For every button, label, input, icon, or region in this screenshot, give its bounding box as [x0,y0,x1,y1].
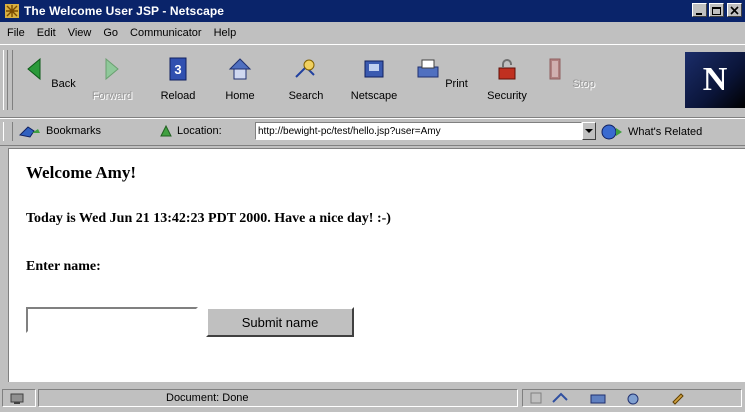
print-label: Print [445,78,468,90]
minimize-button[interactable] [692,3,707,17]
welcome-heading: Welcome Amy! [26,163,136,182]
url-dropdown-button[interactable] [582,122,596,140]
bookmarks-icon [18,126,40,138]
netscape-app-icon [5,4,19,18]
stop-icon [549,58,561,80]
security-lock-icon [498,59,516,80]
menu-bar: File Edit View Go Communicator Help [0,24,745,42]
whats-related-label: What's Related [628,126,703,138]
close-button[interactable] [727,3,742,17]
netscape-logo[interactable]: N [685,52,745,108]
netscape-logo-text: N [702,61,728,98]
location-label: Location: [177,125,222,137]
toolbar-grip[interactable] [3,50,13,110]
security-label: Security [487,90,527,102]
connection-status-icon [10,393,24,404]
location-icon [160,124,172,137]
status-bar: Document: Done [0,385,745,412]
reload-label: Reload [160,90,196,102]
title-bar: The Welcome User JSP - Netscape [0,0,745,22]
window-title: The Welcome User JSP - Netscape [24,4,225,18]
security-button[interactable]: Security [479,53,535,111]
navigation-toolbar: Back Forward 3 Reload Home Search Netsca… [0,44,745,118]
enter-name-label: Enter name: [26,259,101,274]
search-button[interactable]: Search [278,53,334,111]
date-message: Today is Wed Jun 21 13:42:23 PDT 2000. H… [26,211,391,226]
bookmarks-label: Bookmarks [46,125,102,137]
url-input[interactable] [255,122,582,140]
home-button[interactable]: Home [212,53,268,111]
chevron-down-icon [585,129,593,133]
menu-file[interactable]: File [7,27,25,39]
submit-name-button[interactable]: Submit name [206,307,354,337]
location-label-group: Location: [158,123,222,139]
close-icon [730,6,739,15]
location-grip[interactable] [3,122,13,141]
search-label: Search [288,90,324,102]
netscape-icon [364,60,384,78]
menu-go[interactable]: Go [103,27,118,39]
back-label: Back [51,78,76,90]
home-icon [228,58,252,80]
netscape-label: Netscape [350,90,398,102]
whats-related-icon [601,124,622,140]
stop-button[interactable]: Stop [540,53,596,111]
svg-text:3: 3 [174,62,181,77]
bookmarks-button[interactable]: Bookmarks [18,123,101,139]
menu-help[interactable]: Help [214,27,237,39]
component-bar [522,389,742,407]
location-toolbar: Bookmarks Location: What's Related [0,118,745,146]
page-content: Welcome Amy! Today is Wed Jun 21 13:42:2… [8,148,745,382]
whats-related-button[interactable]: What's Related [600,123,702,141]
component-icons [530,392,684,405]
browser-window: The Welcome User JSP - Netscape File Edi… [0,0,745,412]
print-button[interactable]: Print [413,53,469,111]
security-status-cell[interactable] [2,389,36,407]
back-button[interactable]: Back [20,53,76,111]
menu-view[interactable]: View [68,27,92,39]
status-text: Document: Done [166,392,249,404]
menu-edit[interactable]: Edit [37,27,56,39]
menu-communicator[interactable]: Communicator [130,27,202,39]
search-icon [295,59,315,78]
print-icon [417,59,439,78]
maximize-icon [712,7,721,15]
forward-arrow-icon [105,57,119,81]
home-label: Home [225,90,255,102]
stop-label: Stop [572,78,595,90]
back-arrow-icon [27,57,41,81]
name-input[interactable] [26,307,198,333]
maximize-button[interactable] [709,3,724,17]
status-text-cell [38,389,518,407]
minimize-icon [696,13,702,15]
forward-label: Forward [91,90,133,102]
netscape-button[interactable]: Netscape [346,53,402,111]
forward-button[interactable]: Forward [84,53,140,111]
reload-icon: 3 [169,57,187,81]
reload-button[interactable]: 3 Reload [150,53,206,111]
